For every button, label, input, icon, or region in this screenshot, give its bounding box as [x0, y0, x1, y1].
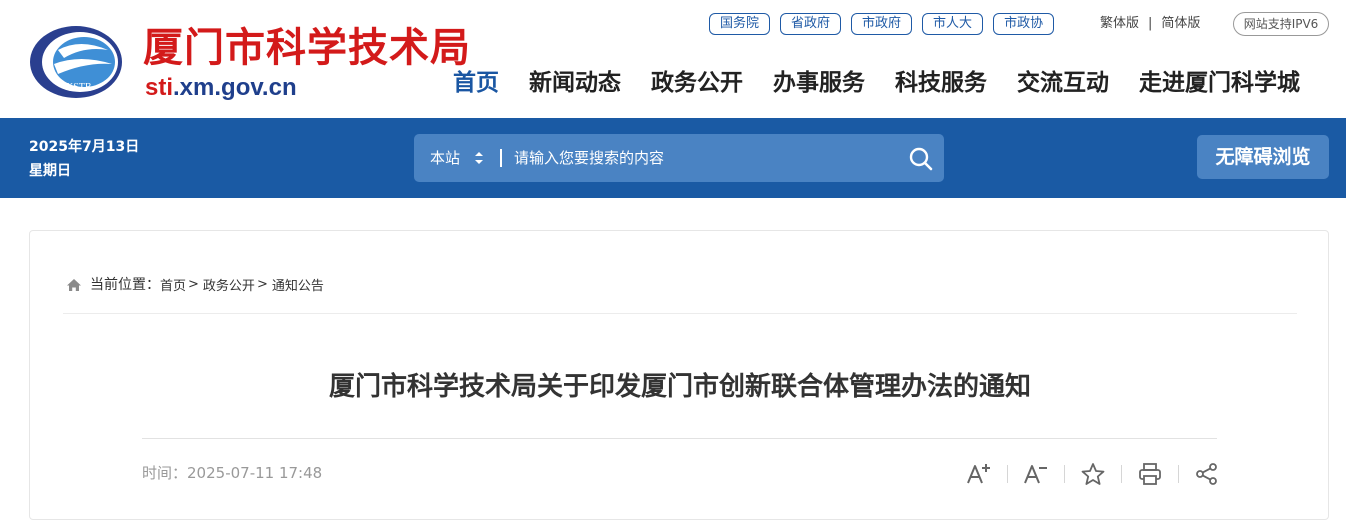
site-title[interactable]: 厦门市科学技术局	[143, 24, 471, 72]
traditional-chinese-link[interactable]: 繁体版	[1100, 16, 1139, 31]
nav-item-tech-services[interactable]: 科技服务	[895, 66, 987, 100]
article-tools	[962, 459, 1224, 489]
top-link-city-gov[interactable]: 市政府	[851, 13, 913, 35]
nav-item-gov-affairs[interactable]: 政务公开	[651, 66, 743, 100]
font-decrease-icon	[1024, 465, 1047, 484]
publish-time: 时间：2025-07-11 17:48	[142, 462, 322, 484]
top-links: 国务院 省政府 市政府 市人大 市政协	[709, 13, 1055, 35]
breadcrumb-gov-affairs[interactable]: 政务公开	[203, 275, 255, 294]
breadcrumb-home[interactable]: 首页	[160, 275, 186, 294]
nav-item-news[interactable]: 新闻动态	[529, 66, 621, 100]
article-card: 当前位置： 首页 > 政务公开 > 通知公告 厦门市科学技术局关于印发厦门市创新…	[29, 230, 1329, 520]
main-nav: 首页 新闻动态 政务公开 办事服务 科技服务 交流互动 走进厦门科学城	[453, 66, 1300, 100]
top-link-city-cppcc[interactable]: 市政协	[993, 13, 1055, 35]
date-display: 2025年7月13日 星期日	[29, 135, 139, 183]
tool-separator	[1007, 465, 1008, 483]
top-link-city-npc[interactable]: 市人大	[922, 13, 984, 35]
language-switch: 繁体版 | 简体版	[1100, 15, 1200, 33]
current-date: 2025年7月13日	[29, 139, 140, 155]
site-emblem-logo-icon[interactable]: XSTB	[28, 24, 124, 100]
title-divider	[142, 438, 1217, 439]
breadcrumb-notices[interactable]: 通知公告	[272, 275, 324, 294]
tool-separator	[1064, 465, 1065, 483]
font-increase-button[interactable]	[962, 459, 996, 489]
breadcrumb-label: 当前位置：	[90, 277, 160, 293]
search-input[interactable]	[514, 142, 894, 174]
search-bar: 本站	[414, 134, 944, 182]
publish-time-label: 时间：	[142, 464, 188, 482]
favorite-star-icon	[1081, 463, 1105, 485]
site-header: XSTB 厦门市科学技术局 sti.xm.gov.cn 国务院 省政府 市政府 …	[0, 0, 1346, 118]
top-link-province-gov[interactable]: 省政府	[780, 13, 842, 35]
tool-separator	[1178, 465, 1179, 483]
favorite-button[interactable]	[1076, 459, 1110, 489]
current-weekday: 星期日	[29, 163, 71, 179]
print-button[interactable]	[1133, 459, 1167, 489]
breadcrumb-separator: >	[256, 276, 268, 292]
share-icon	[1196, 463, 1217, 485]
scope-updown-arrow-icon[interactable]	[474, 150, 484, 166]
nav-item-science-city[interactable]: 走进厦门科学城	[1139, 66, 1300, 100]
font-increase-icon	[967, 464, 990, 484]
print-icon	[1139, 463, 1161, 485]
share-button[interactable]	[1190, 459, 1224, 489]
search-divider	[500, 149, 502, 167]
publish-time-value: 2025-07-11 17:48	[187, 464, 323, 482]
nav-item-interaction[interactable]: 交流互动	[1017, 66, 1109, 100]
site-domain: sti.xm.gov.cn	[145, 74, 297, 102]
search-band: 2025年7月13日 星期日 本站 无障碍浏览	[0, 118, 1346, 198]
nav-item-services[interactable]: 办事服务	[773, 66, 865, 100]
nav-item-home[interactable]: 首页	[453, 66, 499, 100]
accessibility-button[interactable]: 无障碍浏览	[1197, 135, 1329, 179]
domain-prefix: sti	[145, 74, 174, 101]
breadcrumb: 当前位置： 首页 > 政务公开 > 通知公告	[66, 274, 324, 294]
domain-suffix: .xm.gov.cn	[173, 74, 297, 101]
search-scope-select[interactable]: 本站	[430, 134, 460, 182]
ipv6-badge: 网站支持IPV6	[1233, 12, 1329, 36]
breadcrumb-separator: >	[188, 276, 199, 292]
search-icon[interactable]	[908, 146, 934, 172]
top-link-state-council[interactable]: 国务院	[709, 13, 771, 35]
font-decrease-button[interactable]	[1019, 459, 1053, 489]
home-icon	[67, 279, 81, 291]
lang-separator: |	[1148, 16, 1153, 31]
tool-separator	[1121, 465, 1122, 483]
simplified-chinese-link[interactable]: 简体版	[1161, 16, 1200, 31]
article-title: 厦门市科学技术局关于印发厦门市创新联合体管理办法的通知	[328, 372, 1031, 402]
breadcrumb-divider	[63, 313, 1297, 314]
emblem-text: XSTB	[66, 82, 92, 93]
